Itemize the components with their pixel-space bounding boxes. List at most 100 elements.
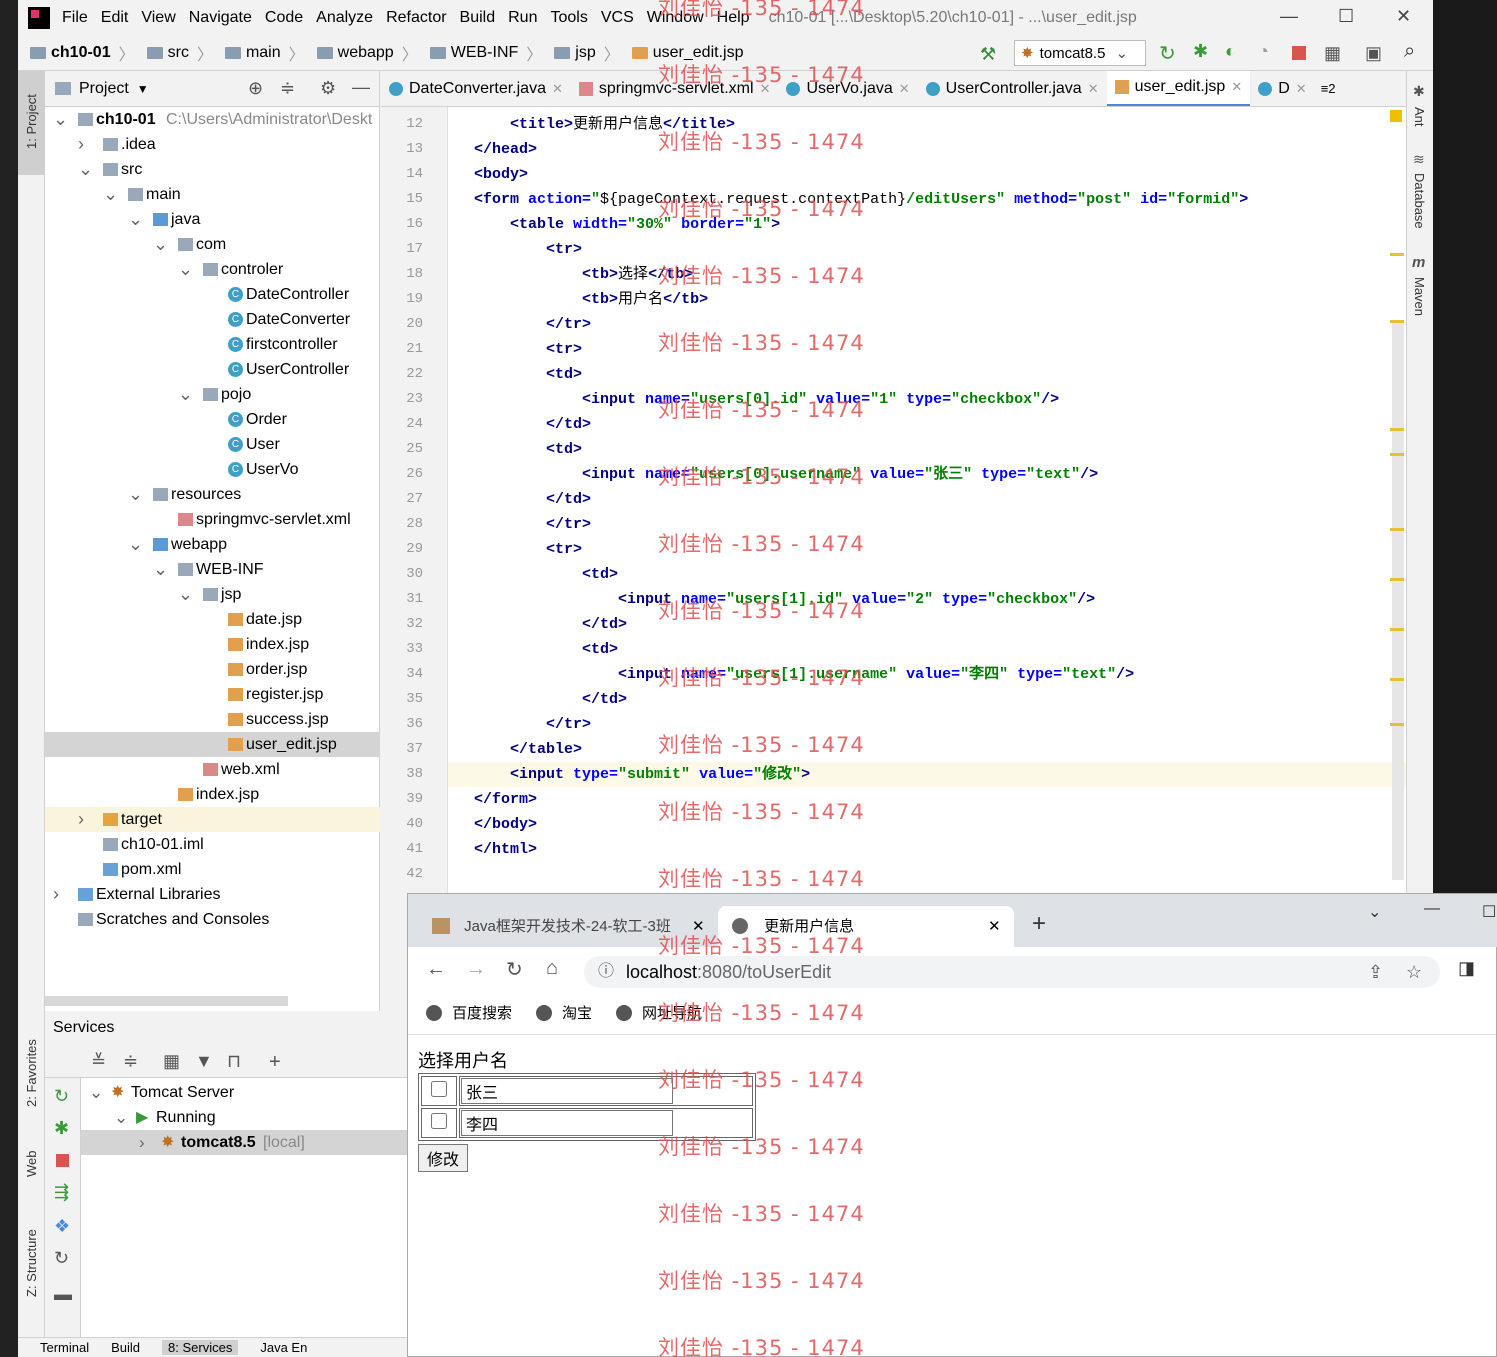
chevron-down-icon[interactable]: ⌄: [89, 1080, 103, 1105]
code-line[interactable]: <tr>: [448, 537, 1406, 562]
new-tab-icon[interactable]: ⊓: [227, 1051, 241, 1072]
menu-item-file[interactable]: File: [62, 9, 88, 27]
bookmark-item[interactable]: 淘宝: [536, 1002, 592, 1023]
tree-item[interactable]: ch10-01.iml: [45, 832, 380, 857]
minimize-icon[interactable]: —: [1424, 900, 1440, 918]
coverage-icon[interactable]: ◐: [1225, 41, 1236, 62]
tree-item[interactable]: order.jsp: [45, 657, 380, 682]
back-icon[interactable]: ←: [426, 958, 446, 981]
tree-item[interactable]: ⌄ com: [45, 232, 380, 257]
code-line[interactable]: </html>: [448, 837, 1406, 862]
share-icon[interactable]: ⇪: [1368, 956, 1383, 988]
chevron-down-icon[interactable]: ⌄: [103, 182, 118, 207]
change-marker[interactable]: [1390, 320, 1404, 323]
service-tree-item[interactable]: ⌄ ✸ Tomcat Server: [81, 1080, 407, 1105]
breadcrumb-item[interactable]: src 〉: [146, 41, 213, 65]
code-line[interactable]: </td>: [448, 487, 1406, 512]
tree-item[interactable]: Scratches and Consoles: [45, 907, 380, 932]
tree-item[interactable]: › .idea: [45, 132, 380, 157]
menu-item-code[interactable]: Code: [265, 9, 303, 27]
minimize-icon[interactable]: —: [1280, 6, 1298, 27]
editor-scrollbar[interactable]: [1392, 322, 1404, 880]
code-line[interactable]: <input name="users[1].id" value="2" type…: [448, 587, 1406, 612]
site-info-icon[interactable]: ⓘ: [598, 956, 614, 988]
editor-tab[interactable]: UserController.java ✕: [918, 71, 1107, 106]
code-line[interactable]: <body>: [448, 162, 1406, 187]
code-line[interactable]: </td>: [448, 687, 1406, 712]
locate-icon[interactable]: ⊕: [248, 78, 263, 99]
tree-item[interactable]: ⌄ resources: [45, 482, 380, 507]
layout-icon[interactable]: ▬: [54, 1284, 72, 1305]
code-line[interactable]: <td>: [448, 562, 1406, 587]
username-input[interactable]: [461, 1110, 673, 1136]
tree-item[interactable]: C User: [45, 432, 380, 457]
deploy-icon[interactable]: ⇶: [54, 1182, 69, 1203]
tab-search-chevron-icon[interactable]: ⌄: [1368, 902, 1381, 922]
code-line[interactable]: <tb>用户名</tb>: [448, 287, 1406, 312]
menu-item-analyze[interactable]: Analyze: [316, 9, 373, 27]
collapse-all-icon[interactable]: ≑: [280, 78, 295, 99]
expand-all-icon[interactable]: ≚: [91, 1051, 106, 1072]
bookmark-item[interactable]: 百度搜索: [426, 1002, 512, 1023]
tree-item[interactable]: C DateConverter: [45, 307, 380, 332]
code-line[interactable]: </td>: [448, 612, 1406, 637]
tree-item[interactable]: ⌄ controler: [45, 257, 380, 282]
structure-tool-label[interactable]: Z: Structure: [24, 1229, 39, 1297]
tree-item[interactable]: C Order: [45, 407, 380, 432]
service-tree-item[interactable]: ⌄ ▶ Running: [81, 1105, 407, 1130]
code-line[interactable]: </table>: [448, 737, 1406, 762]
code-line[interactable]: <input name="users[0].id" value="1" type…: [448, 387, 1406, 412]
stop-icon[interactable]: [56, 1154, 69, 1167]
user-checkbox[interactable]: [431, 1081, 447, 1097]
search-icon[interactable]: ⌕: [1404, 40, 1415, 63]
code-line[interactable]: <table width="30%" border="1">: [448, 212, 1406, 237]
change-marker[interactable]: [1390, 428, 1404, 431]
maven-tool-label[interactable]: Maven: [1412, 277, 1427, 316]
menu-item-edit[interactable]: Edit: [101, 9, 129, 27]
tab-build[interactable]: Build: [111, 1340, 140, 1355]
code-line[interactable]: </td>: [448, 412, 1406, 437]
menu-item-vcs[interactable]: VCS: [601, 9, 634, 27]
tree-item[interactable]: springmvc-servlet.xml: [45, 507, 380, 532]
menu-item-build[interactable]: Build: [460, 9, 496, 27]
build-hammer-icon[interactable]: ⚒: [980, 44, 996, 65]
tree-item[interactable]: web.xml: [45, 757, 380, 782]
menu-item-view[interactable]: View: [141, 9, 175, 27]
stop-icon[interactable]: [1292, 46, 1306, 60]
change-marker[interactable]: [1390, 678, 1404, 681]
breadcrumb-item[interactable]: jsp 〉: [554, 41, 620, 65]
tree-item[interactable]: ⌄ pojo: [45, 382, 380, 407]
code-line[interactable]: </head>: [448, 137, 1406, 162]
submit-button[interactable]: 修改: [418, 1144, 469, 1172]
chevron-right-icon[interactable]: ›: [78, 807, 90, 832]
horizontal-scrollbar[interactable]: [45, 996, 288, 1006]
tree-item[interactable]: index.jsp: [45, 782, 380, 807]
artifact-icon[interactable]: ❖: [54, 1216, 70, 1237]
tab-terminal[interactable]: Terminal: [40, 1340, 89, 1355]
tree-item[interactable]: ⌄ java: [45, 207, 380, 232]
close-tab-icon[interactable]: ✕: [988, 906, 1001, 947]
home-icon[interactable]: ⌂: [546, 957, 558, 980]
close-tab-icon[interactable]: ✕: [552, 81, 563, 97]
code-line[interactable]: <td>: [448, 637, 1406, 662]
code-line[interactable]: <tr>: [448, 337, 1406, 362]
tree-item[interactable]: ⌄ ch10-01 C:\Users\Administrator\Deskt: [45, 107, 380, 132]
chevron-down-icon[interactable]: ⌄: [178, 582, 193, 607]
code-line[interactable]: <input type="submit" value="修改">: [448, 762, 1406, 787]
chevron-down-icon[interactable]: ⌄: [128, 207, 143, 232]
code-line[interactable]: <input name="users[1].username" value="李…: [448, 662, 1406, 687]
close-tab-icon[interactable]: ✕: [1231, 79, 1242, 95]
debug-icon[interactable]: ✱: [54, 1118, 69, 1139]
code-line[interactable]: <form action="${pageContext.request.cont…: [448, 187, 1406, 212]
address-bar[interactable]: ⓘ localhost:8080/toUserEdit ⇪ ☆: [584, 956, 1440, 988]
code-editor[interactable]: <title>更新用户信息</title> </head> <body> <form …: [448, 107, 1406, 893]
project-panel-title[interactable]: Project: [79, 80, 129, 98]
hide-panel-icon[interactable]: —: [352, 77, 370, 98]
tree-item[interactable]: date.jsp: [45, 607, 380, 632]
tree-item[interactable]: ⌄ main: [45, 182, 380, 207]
maximize-icon[interactable]: ☐: [1338, 6, 1354, 27]
code-line[interactable]: <td>: [448, 362, 1406, 387]
breadcrumb-item[interactable]: ch10-01 〉: [30, 41, 135, 65]
code-line[interactable]: [448, 862, 1406, 887]
chevron-down-icon[interactable]: ⌄: [78, 157, 93, 182]
